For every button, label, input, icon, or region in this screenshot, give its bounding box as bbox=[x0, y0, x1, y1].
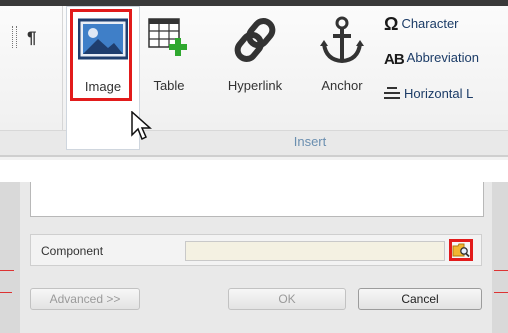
anchor-button-label: Anchor bbox=[321, 78, 363, 93]
omega-icon: Ω bbox=[384, 14, 399, 34]
toolbar-grip bbox=[12, 26, 17, 48]
abbreviation-label: Abbreviation bbox=[406, 50, 479, 65]
cancel-button[interactable]: Cancel bbox=[358, 288, 482, 310]
ok-button[interactable]: OK bbox=[228, 288, 346, 310]
background-underline bbox=[494, 270, 508, 271]
component-browse-button[interactable] bbox=[449, 239, 473, 261]
component-label: Component bbox=[41, 244, 104, 258]
insert-group-label: Insert bbox=[293, 134, 327, 149]
character-label: Character bbox=[401, 16, 459, 31]
insert-character-button[interactable]: Ω Character bbox=[384, 14, 459, 35]
horizontal-line-icon bbox=[384, 87, 400, 99]
background-underline bbox=[494, 292, 508, 293]
folder-search-icon bbox=[452, 243, 470, 258]
component-input[interactable] bbox=[185, 241, 445, 261]
table-button-label: Table bbox=[153, 78, 185, 93]
group-separator bbox=[62, 6, 63, 130]
insert-table-button[interactable]: Table bbox=[144, 6, 194, 110]
horizontal-line-label: Horizontal L bbox=[404, 86, 474, 101]
dialog-backdrop-right bbox=[492, 182, 508, 333]
advanced-button[interactable]: Advanced >> bbox=[30, 288, 140, 310]
background-underline bbox=[0, 292, 12, 293]
dialog-backdrop-left bbox=[0, 182, 20, 333]
insert-hyperlink-button[interactable]: Hyperlink bbox=[212, 6, 298, 110]
dialog-body: Component Advanced >> OK Cancel bbox=[20, 182, 492, 333]
ribbon-divider bbox=[0, 155, 508, 157]
ribbon: ¶ Image Table Hyperlink Anchor Ω Charact… bbox=[0, 0, 508, 160]
hyperlink-button-label: Hyperlink bbox=[227, 78, 283, 93]
pilcrow-icon[interactable]: ¶ bbox=[27, 28, 36, 48]
abbreviation-icon: AB bbox=[384, 51, 405, 68]
dialog-text-area[interactable] bbox=[30, 182, 484, 217]
hyperlink-icon bbox=[234, 18, 276, 62]
insert-anchor-button[interactable]: Anchor bbox=[310, 6, 374, 110]
insert-horizontal-line-button[interactable]: Horizontal L bbox=[384, 86, 473, 101]
table-icon bbox=[148, 18, 187, 56]
image-properties-dialog: Component Advanced >> OK Cancel bbox=[0, 182, 508, 333]
image-button-highlight bbox=[70, 9, 132, 101]
anchor-icon bbox=[320, 16, 364, 64]
mouse-cursor-icon bbox=[131, 111, 152, 141]
background-underline bbox=[0, 270, 14, 271]
component-row: Component bbox=[30, 234, 482, 266]
insert-abbreviation-button[interactable]: AB Abbreviation bbox=[384, 50, 479, 68]
